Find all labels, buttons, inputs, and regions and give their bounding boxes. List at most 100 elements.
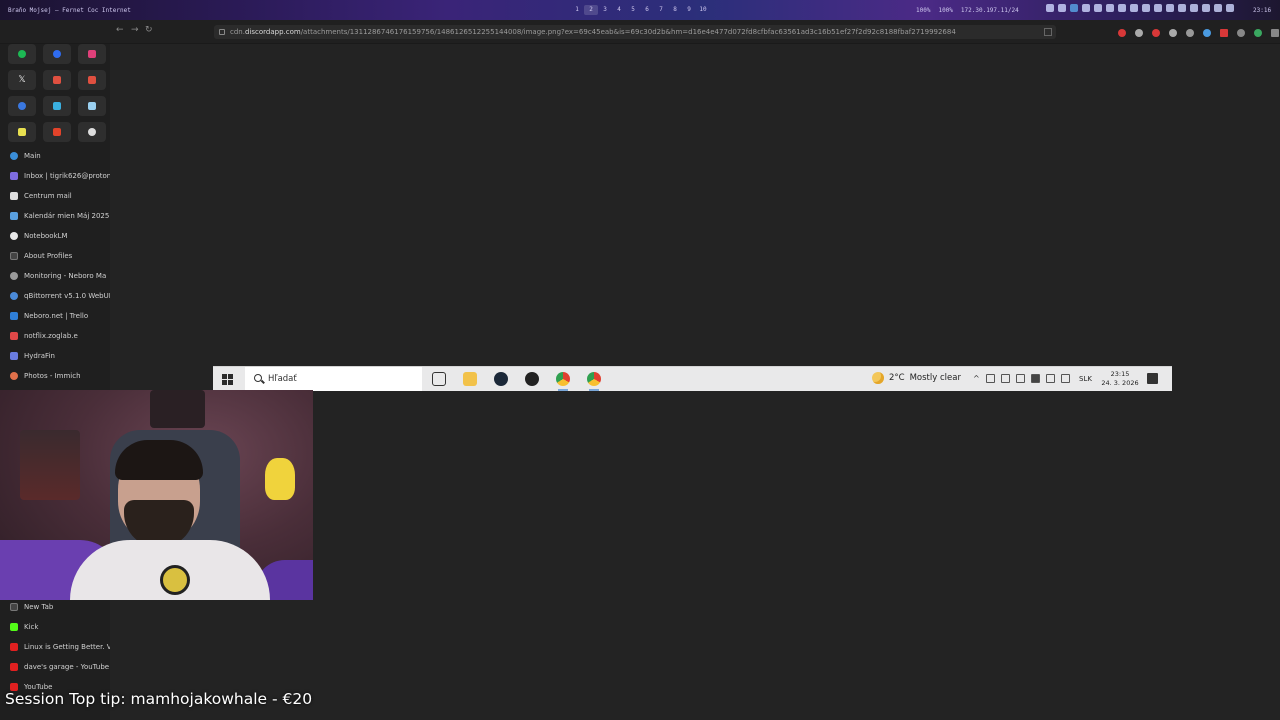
search-icon (254, 374, 262, 382)
arrow-left-icon[interactable]: ← (116, 25, 124, 35)
workspace-2[interactable]: 2 (584, 5, 598, 15)
extension-icon[interactable] (1254, 29, 1262, 37)
telegram-icon[interactable] (1070, 4, 1078, 12)
workspace-3[interactable]: 3 (598, 5, 612, 15)
webcam-overlay (0, 390, 313, 600)
tray-icon[interactable] (1154, 4, 1162, 12)
tray-icon[interactable] (1178, 4, 1186, 12)
pinned-tabs: 𝕏 (8, 44, 106, 142)
tray-icon[interactable] (1082, 4, 1090, 12)
workspace-9[interactable]: 9 (682, 5, 696, 15)
gmail-icon (53, 76, 61, 84)
tray-icon[interactable] (1130, 4, 1138, 12)
search-placeholder: Hľadať (268, 374, 297, 384)
tray-icon[interactable] (1166, 4, 1174, 12)
workspace-8[interactable]: 8 (668, 5, 682, 15)
menu-icon[interactable] (1271, 29, 1279, 37)
tab-monitoring[interactable]: Monitoring - Neboro Ma (0, 267, 110, 285)
system-stats: 100% 100% 172.30.197.11/24 (916, 7, 1019, 14)
tray-icon[interactable] (1058, 4, 1066, 12)
pinned-drive[interactable] (43, 96, 71, 116)
tray-icon[interactable] (1202, 4, 1210, 12)
tray-icon[interactable] (1094, 4, 1102, 12)
pinned-gitlab[interactable] (43, 122, 71, 142)
arrow-right-icon[interactable]: → (131, 25, 139, 35)
volume-icon (1060, 374, 1070, 383)
workspace-5[interactable]: 5 (626, 5, 640, 15)
pinned-gmail-1[interactable] (43, 70, 71, 90)
browser-sidebar: 𝕏 Main Inbox | tigrik626@proton Centrum … (0, 44, 110, 720)
tab-daves-garage[interactable]: dave's garage - YouTube (0, 658, 110, 676)
tab-label: notflix.zoglab.e (24, 332, 78, 340)
tab-qbittorrent[interactable]: qBittorrent v5.1.0 WebUI (0, 287, 110, 305)
tray-icon[interactable] (1226, 4, 1234, 12)
tray-icon (1000, 374, 1010, 383)
extension-icon[interactable] (1186, 29, 1194, 37)
weather-condition: Mostly clear (909, 373, 961, 383)
globe-icon (10, 152, 18, 160)
extension-icon[interactable] (1135, 29, 1143, 37)
reader-mode-icon[interactable] (1044, 28, 1052, 36)
extension-icon[interactable] (1203, 29, 1211, 37)
tab-label: HydraFin (24, 352, 55, 360)
tray-icon[interactable] (1106, 4, 1114, 12)
tab-calendar[interactable]: Kalendár mien Máj 2025 (0, 207, 110, 225)
tab-trello[interactable]: Neboro.net | Trello (0, 307, 110, 325)
tray-icon[interactable] (1142, 4, 1150, 12)
media-player-icon (525, 372, 539, 386)
pinned-messages[interactable] (78, 96, 106, 116)
pinned-chat[interactable] (8, 96, 36, 116)
workspace-1[interactable]: 1 (570, 5, 584, 15)
tab-notflix[interactable]: notflix.zoglab.e (0, 327, 110, 345)
extension-icon[interactable] (1118, 29, 1126, 37)
tray-icon[interactable] (1214, 4, 1222, 12)
tab-main[interactable]: Main (0, 147, 110, 165)
tray-icon[interactable] (1118, 4, 1126, 12)
pinned-messenger[interactable] (43, 44, 71, 64)
url-bar[interactable]: cdn.discordapp.com/attachments/131128674… (214, 25, 1056, 39)
extension-icon[interactable] (1152, 29, 1160, 37)
workspace-4[interactable]: 4 (612, 5, 626, 15)
extension-icon[interactable] (1220, 29, 1228, 37)
pinned-instagram[interactable] (78, 44, 106, 64)
pinned-app[interactable] (8, 122, 36, 142)
tab-youtube-linux[interactable]: Linux is Getting Better. V (0, 638, 110, 656)
pinned-spotify[interactable] (8, 44, 36, 64)
chrome-icon (556, 372, 570, 391)
tab-new-tab[interactable]: New Tab (0, 598, 110, 616)
browser-toolbar: ← → ↻ cdn.discordapp.com/attachments/131… (0, 20, 1280, 44)
pinned-app-2[interactable] (78, 122, 106, 142)
tab-immich[interactable]: Photos - Immich (0, 367, 110, 385)
tab-label: Linux is Getting Better. V (24, 643, 110, 651)
workspace-7[interactable]: 7 (654, 5, 668, 15)
tab-proton-inbox[interactable]: Inbox | tigrik626@proton (0, 167, 110, 185)
tab-label: dave's garage - YouTube (24, 663, 110, 671)
workspace-6[interactable]: 6 (640, 5, 654, 15)
tab-notebooklm[interactable]: NotebookLM (0, 227, 110, 245)
tray-icon (1015, 374, 1025, 383)
file-explorer-icon (463, 372, 477, 386)
kick-icon (10, 623, 18, 631)
extension-icon[interactable] (1237, 29, 1245, 37)
extension-icon[interactable] (1169, 29, 1177, 37)
pinned-gmail-2[interactable] (78, 70, 106, 90)
workspace-10[interactable]: 10 (696, 5, 710, 15)
taskbar-date: 24. 3. 2026 (1101, 379, 1139, 387)
tray-icon[interactable] (1046, 4, 1054, 12)
messages-icon (88, 102, 96, 110)
tab-hydrafin[interactable]: HydraFin (0, 347, 110, 365)
reload-icon[interactable]: ↻ (145, 25, 153, 35)
tab-about-profiles[interactable]: About Profiles (0, 247, 110, 265)
messenger-icon (53, 50, 61, 58)
tab-kick[interactable]: Kick (0, 618, 110, 636)
chrome-icon (587, 372, 601, 391)
ram-usage: 100% (938, 7, 953, 14)
taskbar-search: Hľadať (245, 367, 422, 391)
instagram-icon (88, 50, 96, 58)
tab-label: Photos - Immich (24, 372, 81, 380)
microphone (160, 565, 190, 595)
tab-centrum-mail[interactable]: Centrum mail (0, 187, 110, 205)
tray-icon[interactable] (1190, 4, 1198, 12)
pinned-x[interactable]: 𝕏 (8, 70, 36, 90)
tab-label: New Tab (24, 603, 54, 611)
